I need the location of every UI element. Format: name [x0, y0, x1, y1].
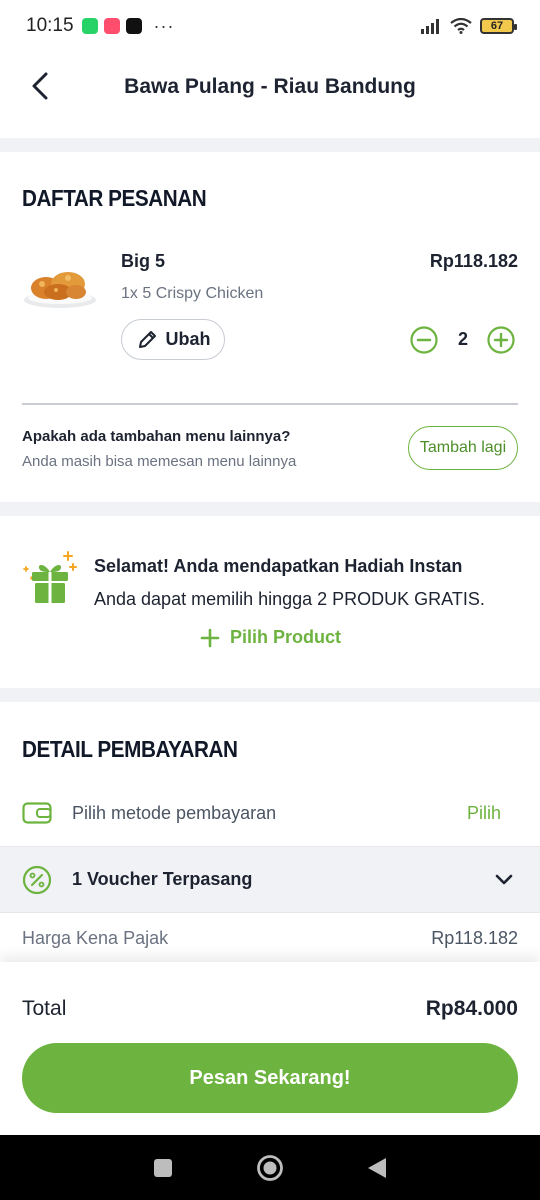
- back-nav-button[interactable]: [362, 1153, 392, 1183]
- battery-level: 67: [490, 20, 504, 32]
- status-app-icons: [81, 18, 142, 34]
- item-image: [24, 272, 96, 308]
- order-now-button[interactable]: Pesan Sekarang!: [22, 1043, 518, 1113]
- increase-quantity-button[interactable]: [487, 326, 515, 354]
- section-divider: [0, 688, 540, 702]
- chevron-down-icon[interactable]: [494, 873, 514, 887]
- edit-item-label: Ubah: [165, 329, 211, 349]
- tax-value: Rp118.182: [431, 928, 518, 948]
- payment-method-label: Pilih metode pembayaran: [72, 802, 277, 823]
- payment-section-title: DETAIL PEMBAYARAN: [22, 736, 238, 762]
- total-value: Rp84.000: [425, 997, 518, 1020]
- wifi-icon: [450, 18, 472, 34]
- back-button[interactable]: [22, 68, 58, 104]
- section-divider: [0, 502, 540, 516]
- battery-icon: 67: [480, 18, 517, 34]
- add-more-subtitle: Anda masih bisa memesan menu lainnya: [22, 453, 297, 470]
- payment-method-action[interactable]: Pilih: [467, 803, 501, 824]
- add-more-button[interactable]: Tambah lagi: [408, 426, 518, 470]
- status-time: 10:15: [26, 15, 74, 36]
- circle-icon: [257, 1154, 283, 1181]
- gift-subtitle: Anda dapat memilih hingga 2 PRODUK GRATI…: [94, 589, 485, 609]
- app-header: Bawa Pulang - Riau Bandung: [0, 52, 540, 138]
- edit-item-button[interactable]: Ubah: [121, 319, 225, 360]
- section-divider: [0, 138, 540, 152]
- system-nav-bar: [0, 1135, 540, 1200]
- item-name: Big 5: [121, 251, 166, 271]
- decrease-quantity-button[interactable]: [410, 326, 438, 354]
- page-title: Bawa Pulang - Riau Bandung: [124, 75, 416, 98]
- more-notifications-icon: ···: [153, 16, 175, 36]
- recent-apps-button[interactable]: [148, 1153, 178, 1183]
- payment-method-row[interactable]: Pilih metode pembayaran Pilih: [0, 780, 540, 846]
- gift-icon: [23, 551, 77, 603]
- pick-product-label: Pilih Product: [230, 627, 342, 647]
- quantity-value: 2: [457, 329, 468, 349]
- add-more-question: Apakah ada tambahan menu lainnya?: [22, 428, 291, 445]
- whatsapp-icon: [81, 18, 98, 34]
- status-right: 67: [420, 18, 517, 34]
- pick-product-button[interactable]: Pilih Product: [200, 627, 341, 648]
- total-label: Total: [22, 997, 67, 1020]
- pencil-icon: [138, 330, 156, 348]
- triangle-back-icon: [367, 1157, 386, 1178]
- voucher-label: 1 Voucher Terpasang: [72, 869, 253, 889]
- tiktok-icon: [125, 18, 142, 34]
- item-price: Rp118.182: [429, 251, 518, 271]
- percent-icon: [22, 865, 52, 894]
- wallet-icon: [22, 802, 52, 824]
- square-icon: [154, 1158, 173, 1177]
- chevron-left-icon: [32, 72, 48, 100]
- app-notification-icon: [103, 18, 120, 34]
- order-section-title: DAFTAR PESANAN: [22, 185, 207, 211]
- order-divider: [22, 403, 518, 405]
- voucher-row[interactable]: 1 Voucher Terpasang: [0, 846, 540, 913]
- status-bar: 10:15 ··· 67: [0, 0, 540, 52]
- tax-label: Harga Kena Pajak: [22, 928, 169, 948]
- signal-icon: [421, 19, 439, 34]
- gift-title: Selamat! Anda mendapatkan Hadiah Instan: [94, 556, 463, 576]
- plus-icon: [200, 628, 220, 647]
- item-description: 1x 5 Crispy Chicken: [121, 285, 264, 302]
- home-button[interactable]: [255, 1153, 285, 1183]
